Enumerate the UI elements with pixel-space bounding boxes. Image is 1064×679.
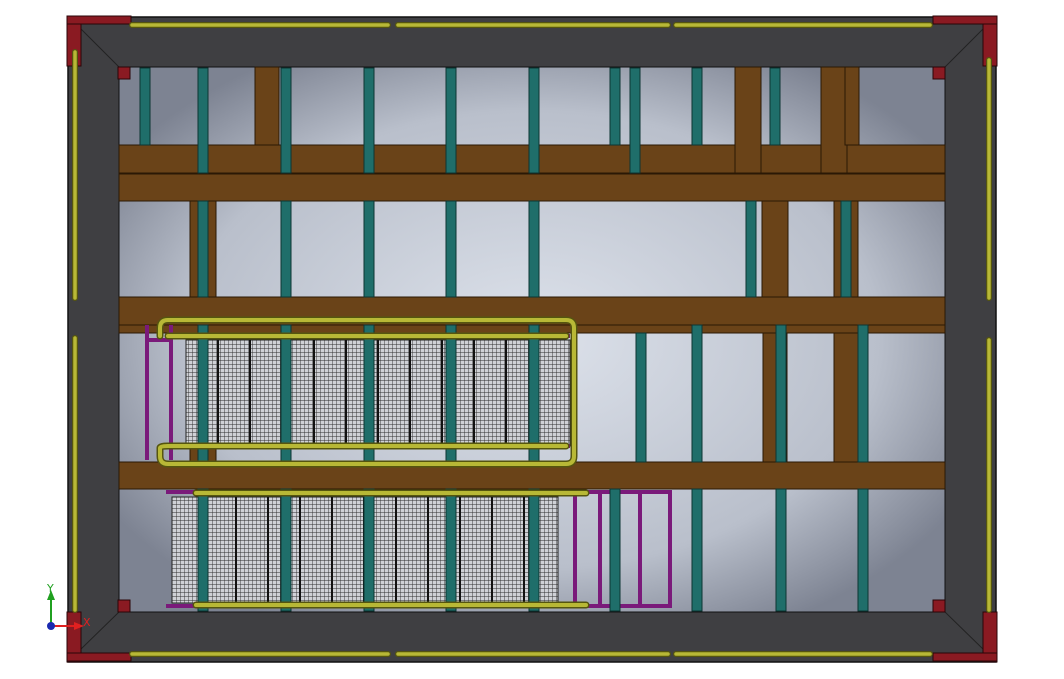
- cad-viewport[interactable]: X Y: [0, 0, 1064, 679]
- post: [745, 200, 757, 298]
- post: [197, 488, 209, 612]
- post: [197, 200, 209, 298]
- post: [775, 488, 787, 612]
- post: [528, 488, 540, 612]
- stringer: [820, 66, 848, 174]
- corner-casting: [66, 15, 132, 25]
- post: [280, 324, 292, 463]
- post: [445, 200, 457, 298]
- stringer: [254, 66, 280, 146]
- post: [528, 200, 540, 298]
- post: [363, 324, 375, 463]
- post: [280, 200, 292, 298]
- corner-casting: [117, 66, 131, 80]
- corner-casting: [932, 652, 998, 662]
- post: [445, 67, 457, 174]
- triad-y-label: Y: [46, 582, 54, 595]
- post: [691, 324, 703, 463]
- post: [197, 67, 209, 174]
- post: [139, 67, 151, 146]
- post: [445, 488, 457, 612]
- cross-beam: [118, 173, 946, 202]
- post: [528, 67, 540, 174]
- structural-frame-top-view[interactable]: X Y: [0, 0, 1064, 679]
- post: [363, 488, 375, 612]
- triad-origin: [47, 622, 55, 630]
- corner-casting: [66, 652, 132, 662]
- stringer: [734, 66, 762, 174]
- post: [857, 488, 869, 612]
- post: [840, 200, 852, 298]
- post: [691, 488, 703, 612]
- corner-casting: [117, 599, 131, 613]
- post: [609, 67, 621, 146]
- stringer: [833, 332, 861, 463]
- post: [769, 67, 781, 146]
- post: [629, 67, 641, 174]
- post: [363, 67, 375, 174]
- corner-casting: [932, 66, 946, 80]
- post: [635, 332, 647, 463]
- post: [280, 488, 292, 612]
- post: [363, 200, 375, 298]
- post: [445, 324, 457, 463]
- corner-casting: [932, 15, 998, 25]
- corner-casting: [932, 599, 946, 613]
- post: [775, 324, 787, 463]
- stringer: [844, 66, 860, 146]
- stringer: [761, 200, 789, 298]
- post: [857, 324, 869, 463]
- post: [197, 324, 209, 463]
- post: [691, 67, 703, 146]
- post: [280, 67, 292, 174]
- post: [609, 488, 621, 612]
- triad-x-label: X: [83, 616, 91, 629]
- post: [528, 324, 540, 463]
